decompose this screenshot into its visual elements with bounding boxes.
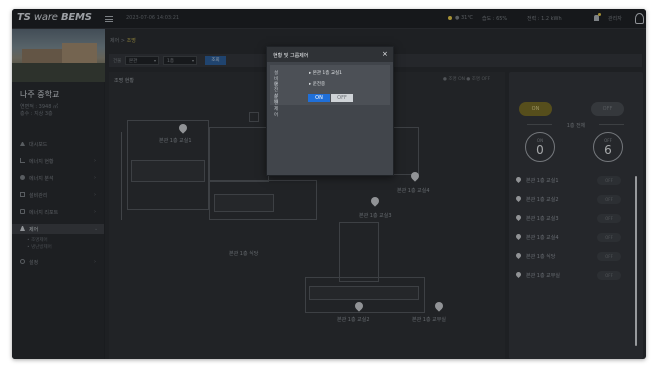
modal-off-button[interactable]: OFF [331,94,353,102]
modal-title: 현황 및 그룹제어 [273,53,309,59]
close-icon[interactable]: × [382,50,388,58]
group-control-modal: 현황 및 그룹제어 × 설비명 ▸ 본관 1층 교실1 운전상태 ▸ 운전중 운… [266,46,394,176]
modal-on-button[interactable]: ON [308,94,330,102]
app-window: TS ware BEMS 2023-07-06 14:03:21 ● 31℃ 습… [12,9,646,359]
modal-header: 현황 및 그룹제어 × [267,47,393,62]
modal-body: 설비명 ▸ 본관 1층 교실1 운전상태 ▸ 운전중 운전제어 ON OFF [270,65,390,118]
